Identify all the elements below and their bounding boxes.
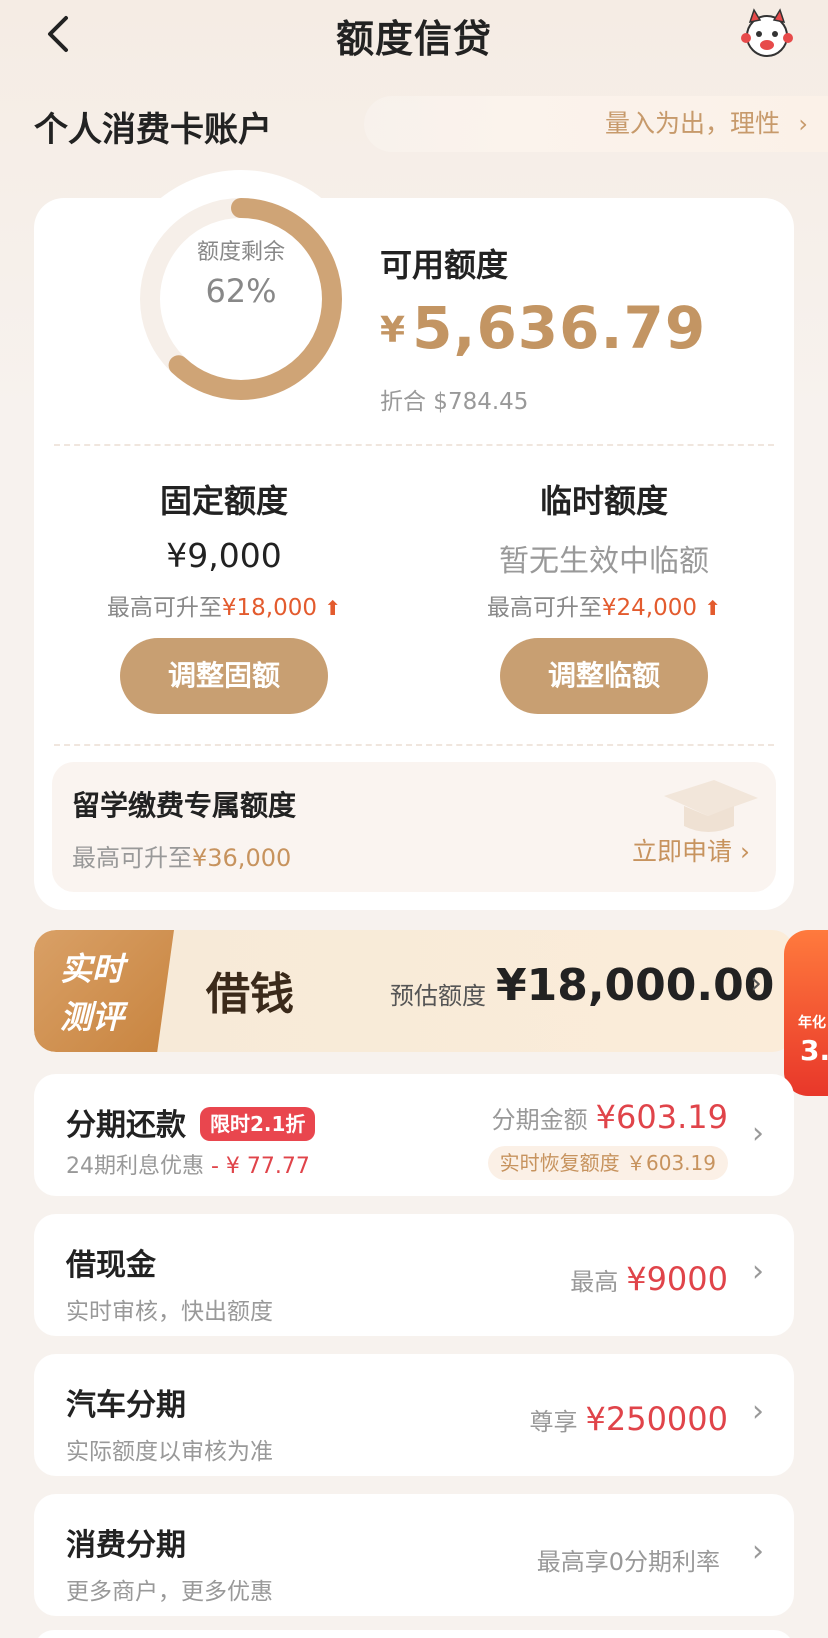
item-title: 借现金 xyxy=(66,1248,156,1283)
float-line2: 3. xyxy=(800,1034,828,1067)
right-amount: ¥9000 xyxy=(626,1260,728,1298)
upto-amount: ¥36,000 xyxy=(192,844,292,872)
chevron-right-icon: › xyxy=(752,1116,764,1151)
available-amount: ¥5,636.79 xyxy=(380,294,706,362)
list-item-partial xyxy=(34,1630,794,1638)
fixed-credit-title: 固定额度 xyxy=(159,482,288,520)
chevron-right-icon: › xyxy=(798,110,808,138)
chevron-right-icon: › xyxy=(752,1534,764,1569)
item-sub: 更多商户，更多优惠 xyxy=(66,1579,273,1605)
installment-amount-row: 分期金额 ¥603.19 xyxy=(492,1098,728,1136)
item-sub: 实际额度以审核为准 xyxy=(66,1439,273,1465)
item-right: 最高享0分期利率 xyxy=(537,1540,728,1578)
installment-sub: 24期利息优惠 - ¥ 77.77 xyxy=(66,1148,310,1180)
apply-now-label: 立即申请 xyxy=(632,837,733,866)
arrow-up-icon: ⬆ xyxy=(324,596,342,620)
item-right: 尊享 ¥250000 xyxy=(529,1400,728,1438)
adjust-temp-button[interactable]: 调整临额 xyxy=(500,638,708,714)
right-amount: ¥250000 xyxy=(585,1400,728,1438)
fixed-credit-column: 固定额度 ¥9,000 最高可升至¥18,000 ⬆ 调整固额 xyxy=(34,476,414,714)
upto-prefix: 最高可升至 xyxy=(72,844,192,872)
chevron-right-icon: › xyxy=(752,1394,764,1429)
discount-badge: 限时2.1折 xyxy=(200,1107,316,1141)
divider xyxy=(54,444,774,446)
borrow-name: 借钱 xyxy=(206,969,294,1020)
temp-credit-column: 临时额度 暂无生效中临额 最高可升至¥24,000 ⬆ 调整临额 xyxy=(414,476,794,714)
item-right: 最高 ¥9000 xyxy=(570,1260,728,1298)
upto-prefix: 最高可升至 xyxy=(106,595,222,621)
sub-amount: - ¥ 77.77 xyxy=(211,1154,310,1179)
credit-card: 额度剩余 62% 可用额度 ¥5,636.79 折合 $784.45 固定额度 … xyxy=(34,170,794,910)
slogan-text: 量入为出，理性 xyxy=(604,109,780,138)
amount-label: 分期金额 xyxy=(491,1106,588,1134)
chevron-right-icon: › xyxy=(752,1254,764,1289)
upto-amount: ¥24,000 xyxy=(601,595,698,621)
amount-value: ¥603.19 xyxy=(595,1098,728,1136)
item-title: 消费分期 xyxy=(66,1528,186,1563)
account-title: 个人消费卡账户 xyxy=(34,110,272,150)
realtime-tag: 实时 测评 xyxy=(34,930,174,1052)
restore-credit-pill: 实时恢复额度 ￥603.19 xyxy=(487,1146,728,1180)
chevron-right-icon: › xyxy=(740,837,750,866)
divider xyxy=(54,744,774,746)
upto-prefix: 最高可升至 xyxy=(486,595,602,621)
right-label: 最高享0分期利率 xyxy=(536,1548,720,1576)
apply-now-link[interactable]: 立即申请 › xyxy=(632,832,750,868)
float-line1: 年化 xyxy=(798,1015,826,1031)
right-label: 尊享 xyxy=(529,1408,578,1436)
installment-title-row: 分期还款 限时2.1折 xyxy=(66,1100,316,1144)
credit-ring: 额度剩余 62% xyxy=(112,170,370,428)
item-title: 汽车分期 xyxy=(66,1388,186,1423)
rate-float-badge[interactable]: 年化 3. xyxy=(784,930,828,1096)
study-abroad-credit[interactable]: 留学缴费专属额度 最高可升至¥36,000 立即申请 › xyxy=(52,762,776,892)
header: 额度信贷 xyxy=(0,0,828,70)
currency-symbol: ¥ xyxy=(380,310,407,351)
temp-credit-value: 暂无生效中临额 xyxy=(499,544,709,579)
estimate-label: 预估额度 xyxy=(390,982,486,1010)
temp-credit-title: 临时额度 xyxy=(539,482,668,520)
upto-amount: ¥18,000 xyxy=(221,595,318,621)
installment-card[interactable]: 分期还款 限时2.1折 24期利息优惠 - ¥ 77.77 分期金额 ¥603.19… xyxy=(34,1074,794,1196)
estimate-amount: ¥18,000.00 xyxy=(496,960,775,1011)
page-title: 额度信贷 xyxy=(335,17,492,61)
usd-equivalent: 折合 $784.45 xyxy=(380,389,529,415)
tag-line2: 测评 xyxy=(60,998,125,1036)
temp-credit-upto: 最高可升至¥24,000 ⬆ xyxy=(414,588,794,624)
tag-line1: 实时 xyxy=(60,950,125,988)
arrow-up-icon: ⬆ xyxy=(704,596,722,620)
list-item[interactable]: 消费分期 更多商户，更多优惠 最高享0分期利率 › xyxy=(34,1494,794,1616)
adjust-fixed-button[interactable]: 调整固额 xyxy=(120,638,328,714)
fixed-credit-upto: 最高可升至¥18,000 ⬆ xyxy=(34,588,414,624)
mascot-icon[interactable] xyxy=(738,8,796,60)
borrow-banner[interactable]: 实时 测评 借钱 预估额度 ¥18,000.00 › xyxy=(34,930,794,1052)
available-label: 可用额度 xyxy=(380,246,509,284)
study-title: 留学缴费专属额度 xyxy=(72,789,297,822)
ring-percent: 62% xyxy=(205,272,277,310)
list-item[interactable]: 借现金 实时审核，快出额度 最高 ¥9000 › xyxy=(34,1214,794,1336)
chevron-right-icon: › xyxy=(750,966,762,1001)
available-value: 5,636.79 xyxy=(412,294,707,362)
study-upto: 最高可升至¥36,000 xyxy=(72,838,291,873)
fixed-credit-value: ¥9,000 xyxy=(166,536,282,575)
installment-title: 分期还款 xyxy=(66,1108,186,1143)
list-item[interactable]: 汽车分期 实际额度以审核为准 尊享 ¥250000 › xyxy=(34,1354,794,1476)
item-sub: 实时审核，快出额度 xyxy=(66,1299,273,1325)
ring-label: 额度剩余 xyxy=(196,240,285,265)
sub-prefix: 24期利息优惠 xyxy=(66,1154,204,1179)
right-label: 最高 xyxy=(570,1268,619,1296)
slogan-link[interactable]: 量入为出，理性 › xyxy=(364,96,828,152)
